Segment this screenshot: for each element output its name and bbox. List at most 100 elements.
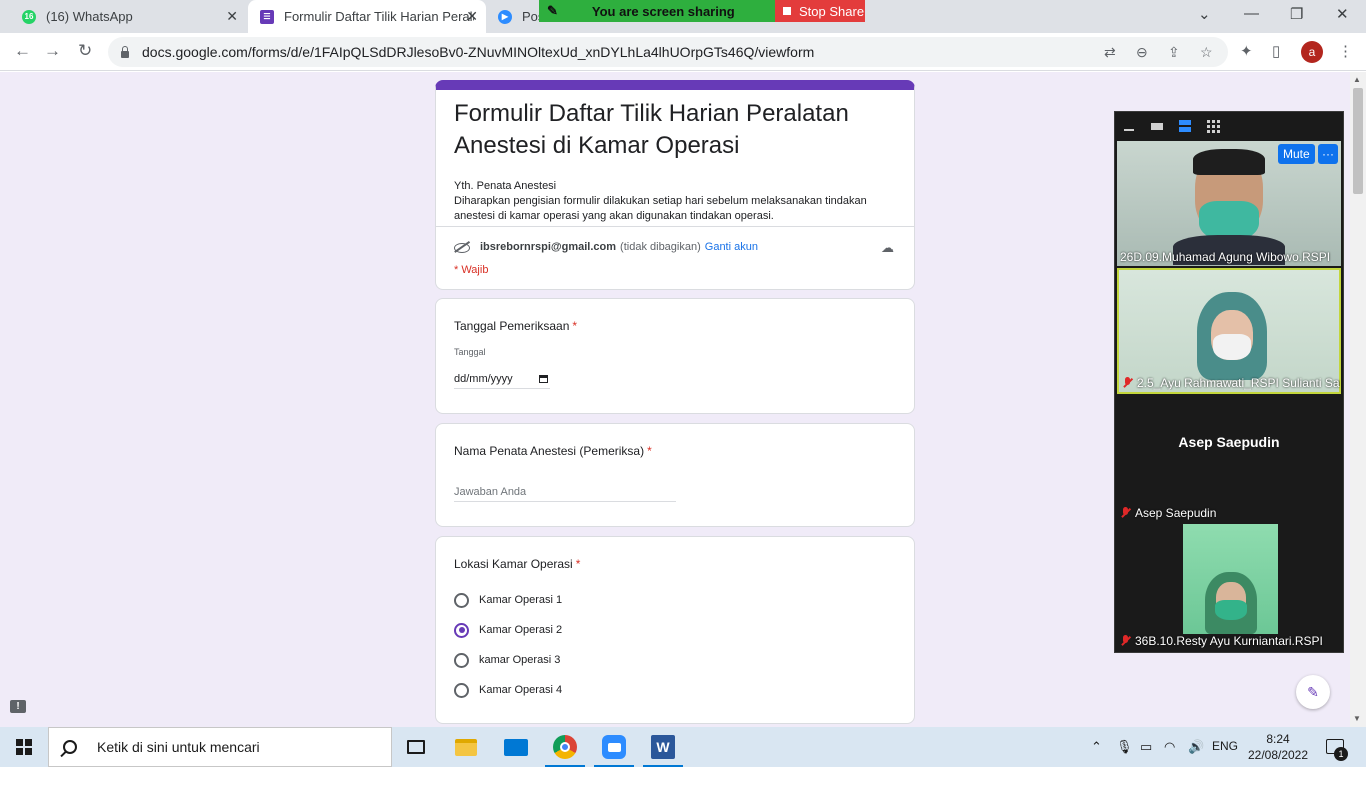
minimize-icon[interactable]: — [1244,5,1259,22]
tab-title: Formulir Daftar Tilik Harian Peralatan [284,9,474,24]
calendar-icon[interactable] [539,374,548,383]
browser-toolbar: ← → ↻ docs.google.com/forms/d/e/1FAIpQLS… [0,33,1366,71]
word-icon[interactable]: W [643,733,683,767]
taskbar-clock[interactable]: 8:24 22/08/2022 [1246,731,1310,763]
bookmark-star-icon[interactable]: ☆ [1200,44,1213,61]
participant-video-active[interactable]: 2.5_Ayu Rahmawati_RSPI Sulianti Saroso [1117,268,1341,394]
gallery-view-icon[interactable] [1206,119,1220,133]
strip-view-icon[interactable] [1178,119,1192,133]
date-input[interactable]: dd/mm/yyyy [454,369,550,389]
radio-button[interactable] [454,592,469,608]
date-sub-label: Tanggal [454,347,486,357]
participant-video[interactable]: 36B.10.Resty Ayu Kurniantari.RSPI [1117,524,1341,650]
show-hidden-icons-icon[interactable]: ⌃ [1091,739,1102,755]
task-view-icon[interactable] [402,733,430,761]
close-icon[interactable]: ✕ [226,8,238,25]
clock-date: 22/08/2022 [1247,748,1309,762]
form-description: Yth. Penata Anestesi Diharapkan pengisia… [454,179,894,224]
file-explorer-icon[interactable] [452,733,480,761]
mail-icon[interactable] [502,733,530,761]
task-view-glyph [407,740,425,754]
screen-share-status[interactable]: ✎ You are screen sharing [539,0,775,22]
microphone-icon[interactable]: 🎙 [1116,739,1133,755]
battery-icon[interactable]: ▭ [1140,739,1152,755]
chrome-glyph [553,735,577,759]
question-location-card: Lokasi Kamar Operasi * Kamar Operasi 1 Ka… [435,536,915,724]
participant-video[interactable]: Mute ··· 26D.09.Muhamad Agung Wibowo.RSP… [1117,141,1341,266]
question-title: Nama Penata Anestesi (Pemeriksa) * [454,444,652,458]
taskbar-search-box[interactable]: Ketik di sini untuk mencari [48,727,392,767]
switch-account-link[interactable]: Ganti akun [705,241,758,253]
profile-avatar[interactable]: a [1301,41,1323,63]
mic-muted-icon [1120,635,1131,647]
more-options-button[interactable]: ··· [1318,144,1338,164]
zoom-icon: ▶ [498,9,512,24]
participant-name: 36B.10.Resty Ayu Kurniantari.RSPI [1120,634,1338,648]
screen-share-label: You are screen sharing [591,3,735,19]
pencil-icon: ✎ [547,3,558,18]
participant-name: 26D.09.Muhamad Agung Wibowo.RSPI [1120,250,1338,264]
radio-label: Kamar Operasi 1 [479,594,563,606]
share-icon[interactable]: ⇪ [1168,44,1180,61]
scroll-down-icon[interactable]: ▼ [1353,714,1361,723]
form-description-text: Diharapkan pengisian formulir dilakukan … [454,195,867,222]
close-icon[interactable]: ✕ [466,8,478,25]
scroll-thumb[interactable] [1353,88,1363,194]
stop-share-label: Stop Share [799,3,865,19]
cloud-saved-icon: ☁ [881,240,894,255]
form-greeting: Yth. Penata Anestesi [454,180,557,192]
forward-icon[interactable]: → [44,41,61,61]
radio-button-selected[interactable] [454,622,469,638]
page-scrollbar[interactable]: ▲ ▼ [1350,72,1366,727]
edit-pencil-button[interactable]: ✎ [1296,675,1330,709]
address-bar[interactable]: docs.google.com/forms/d/e/1FAIpQLSdDRJle… [108,37,1228,67]
report-problem-icon[interactable]: ! [10,700,26,713]
radio-option[interactable]: kamar Operasi 3 [454,651,560,669]
clock-time: 8:24 [1266,732,1290,746]
required-star: * [575,557,581,571]
radio-button[interactable] [454,682,469,698]
chrome-icon[interactable] [545,733,585,767]
question-title: Tanggal Pemeriksaan * [454,319,577,333]
radio-button[interactable] [454,652,469,668]
tab-google-form[interactable]: ☰ Formulir Daftar Tilik Harian Peralatan… [248,0,486,33]
minimize-video-icon[interactable] [1122,119,1136,133]
wifi-icon[interactable]: ◠ [1164,739,1175,755]
radio-label: Kamar Operasi 4 [479,684,563,696]
extensions-icon[interactable]: ✦ [1240,42,1253,60]
scroll-up-icon[interactable]: ▲ [1353,75,1361,84]
participant-video-off[interactable]: Asep Saepudin Asep Saepudin [1117,396,1341,522]
question-title: Lokasi Kamar Operasi * [454,557,580,571]
name-input-placeholder: Jawaban Anda [454,485,527,498]
close-window-icon[interactable]: ✕ [1336,5,1349,23]
screen-bottom-margin [0,767,1366,807]
windows-start-icon[interactable] [16,739,32,755]
translate-icon[interactable]: ⇄ [1104,44,1116,61]
zoom-app-icon[interactable] [594,733,634,767]
zoom-out-icon[interactable]: ⊖ [1136,44,1148,61]
radio-option[interactable]: Kamar Operasi 4 [454,681,562,699]
back-icon[interactable]: ← [14,41,31,61]
participant-name-text: 26D.09.Muhamad Agung Wibowo.RSPI [1120,250,1331,264]
menu-icon[interactable]: ⋮ [1338,42,1353,60]
name-input[interactable]: Jawaban Anda [454,482,676,502]
mail-glyph [504,738,528,756]
mic-muted-icon [1122,377,1133,389]
volume-icon[interactable]: 🔊 [1188,739,1204,755]
radio-option[interactable]: Kamar Operasi 2 [454,621,562,639]
tab-whatsapp[interactable]: 16 (16) WhatsApp ✕ [14,0,246,33]
stop-share-button[interactable]: Stop Share [775,0,865,22]
zoom-glyph [602,735,626,759]
video-frame [1183,524,1278,634]
restore-icon[interactable]: ❐ [1290,5,1303,23]
tab-search-icon[interactable]: ⌄ [1198,5,1211,23]
participant-display-name: Asep Saepudin [1178,434,1280,450]
single-video-icon[interactable] [1150,119,1164,133]
input-language[interactable]: ENG [1212,739,1238,753]
face-mask [1215,600,1247,620]
url-text: docs.google.com/forms/d/e/1FAIpQLSdDRJle… [142,44,815,60]
radio-option[interactable]: Kamar Operasi 1 [454,591,562,609]
mute-button[interactable]: Mute [1278,144,1315,164]
reload-icon[interactable]: ↻ [78,41,92,61]
side-panel-icon[interactable]: ▯ [1272,42,1280,60]
